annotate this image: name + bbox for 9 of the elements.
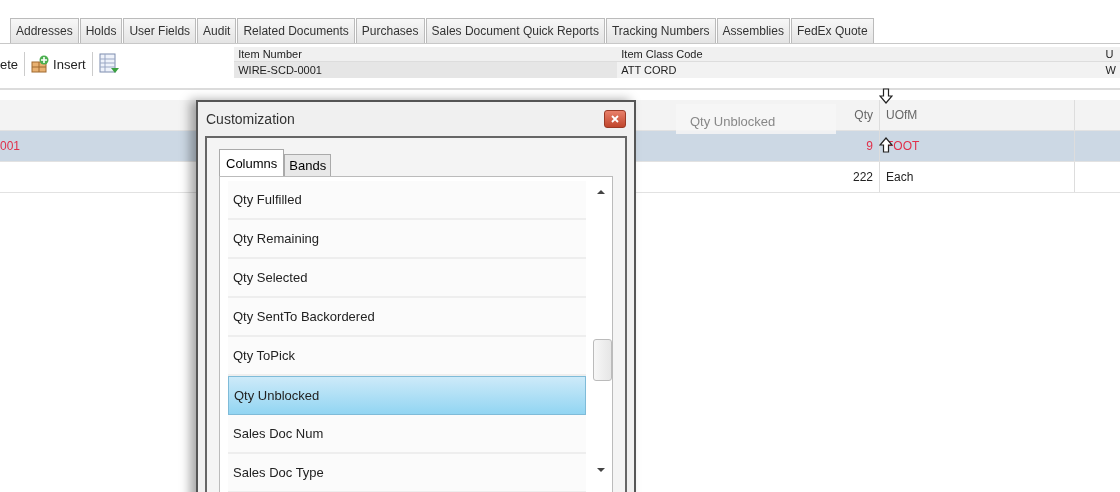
- table-cell: 001: [0, 139, 21, 153]
- field-value: ATT CORD: [617, 62, 1102, 78]
- field-label: Item Class Code: [617, 47, 1102, 62]
- dialog-title: Customization: [206, 111, 295, 127]
- field-label: Item Number: [234, 47, 618, 62]
- table-cell: Each: [886, 170, 914, 184]
- table-cell: 222: [852, 170, 873, 184]
- table-cell: 9: [866, 139, 873, 153]
- field-value: WIRE-SCD-0001: [234, 62, 618, 78]
